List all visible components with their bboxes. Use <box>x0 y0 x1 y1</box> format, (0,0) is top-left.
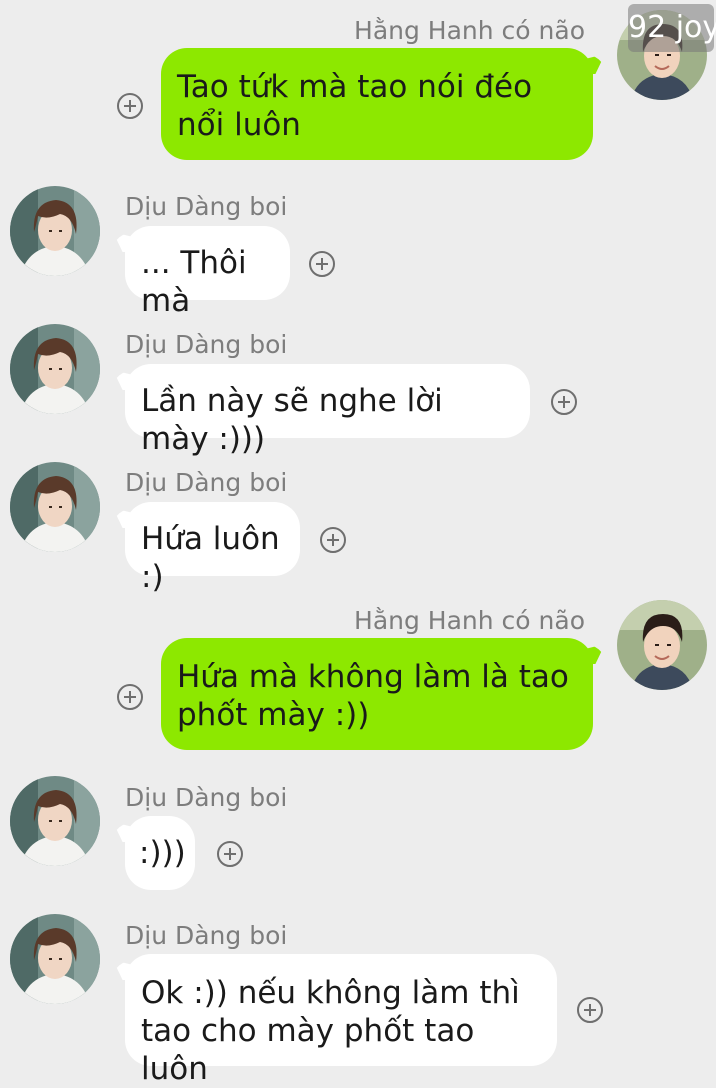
avatar[interactable] <box>10 186 100 276</box>
sender-name: Dịu Dàng boi <box>125 192 288 221</box>
avatar[interactable] <box>617 600 707 690</box>
message-bubble[interactable]: Lần này sẽ nghe lời mày :))) <box>125 364 530 457</box>
sender-name: Dịu Dàng boi <box>125 468 288 497</box>
message-bubble[interactable]: Ok :)) nếu không làm thì tao cho mày phố… <box>125 954 557 1087</box>
message-bubble[interactable]: :))) <box>125 816 195 890</box>
avatar[interactable] <box>10 462 100 552</box>
plus-circle-icon[interactable] <box>117 684 143 710</box>
sender-name: Dịu Dàng boi <box>125 783 288 812</box>
message-bubble[interactable]: Hứa luôn :) <box>125 502 300 595</box>
message-bubble[interactable]: Hứa mà không làm là tao phốt mày :)) <box>161 638 593 750</box>
message-bubble[interactable]: Tao tứk mà tao nói đéo nổi luôn <box>161 48 593 160</box>
sender-name: Dịu Dàng boi <box>125 330 288 359</box>
plus-circle-icon[interactable] <box>117 93 143 119</box>
sender-name: Hằng Hanh có não <box>354 16 585 45</box>
sender-name: Hằng Hanh có não <box>354 606 585 635</box>
plus-circle-icon[interactable] <box>320 527 346 553</box>
plus-circle-icon[interactable] <box>217 841 243 867</box>
plus-circle-icon[interactable] <box>551 389 577 415</box>
plus-circle-icon[interactable] <box>309 251 335 277</box>
avatar[interactable] <box>10 324 100 414</box>
avatar[interactable] <box>10 776 100 866</box>
avatar[interactable] <box>10 914 100 1004</box>
sender-name: Dịu Dàng boi <box>125 921 288 950</box>
plus-circle-icon[interactable] <box>577 997 603 1023</box>
watermark: 92 joy <box>628 4 716 52</box>
message-bubble[interactable]: ... Thôi mà <box>125 226 290 319</box>
